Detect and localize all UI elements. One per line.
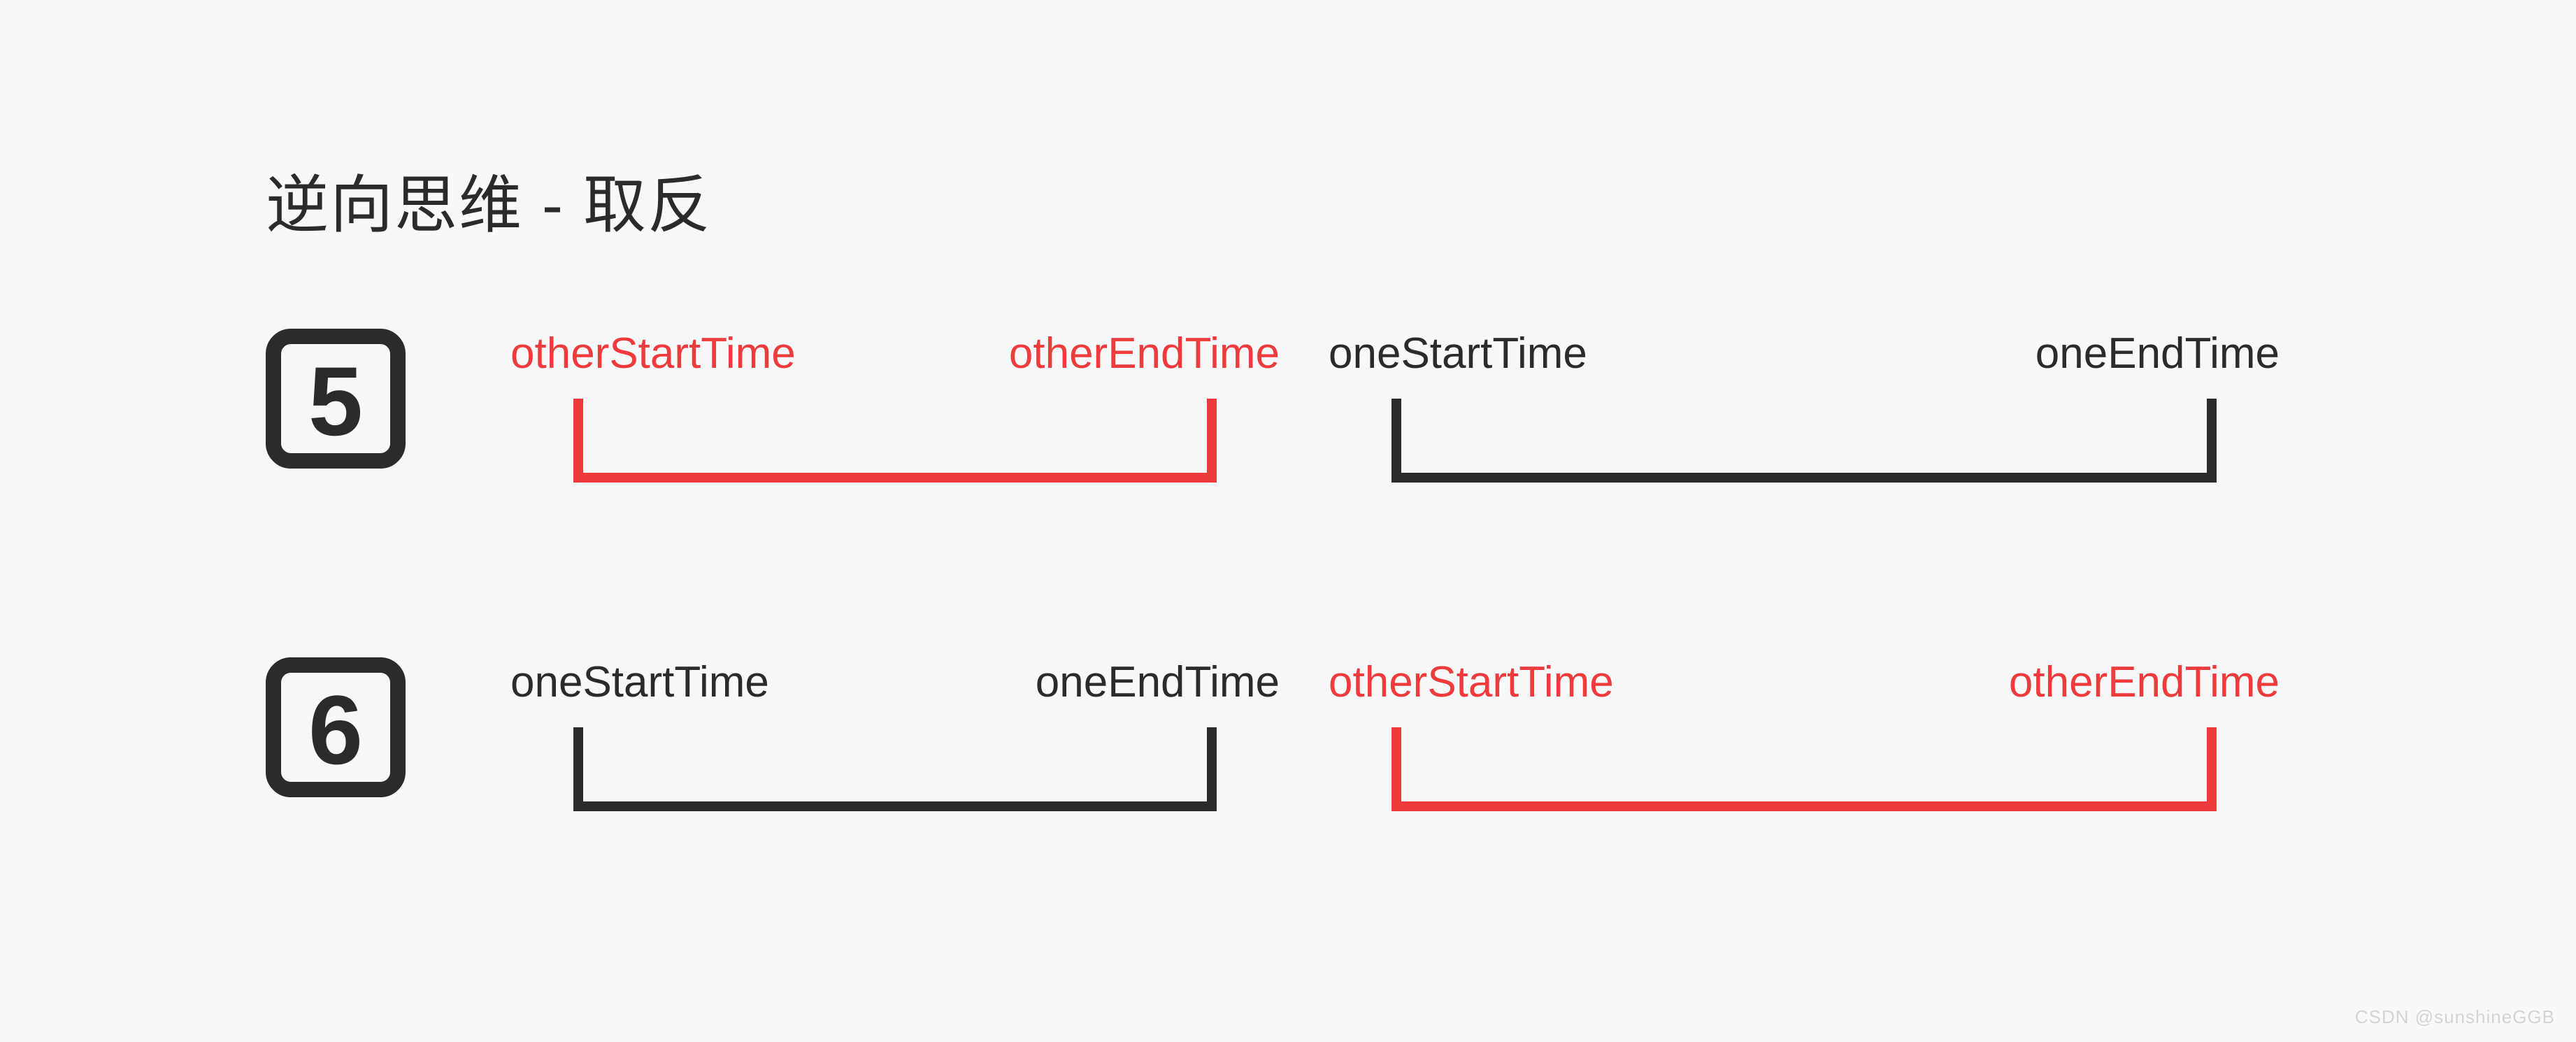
interval-5-one-bracket <box>1391 399 2217 483</box>
interval-6-one-end: oneEndTime <box>1036 657 1280 707</box>
interval-6-one-bracket <box>573 727 1217 811</box>
interval-6-other-end: otherEndTime <box>2009 657 2280 707</box>
interval-5-one-start: oneStartTime <box>1329 329 1587 378</box>
interval-5-other-start: otherStartTime <box>510 329 796 378</box>
interval-5-other-end: otherEndTime <box>1009 329 1280 378</box>
badge-6-number: 6 <box>308 681 363 779</box>
badge-6: 6 <box>266 657 406 797</box>
badge-5-number: 5 <box>308 352 363 450</box>
interval-6-other-bracket <box>1391 727 2217 811</box>
diagram-row-6: 6 oneStartTime oneEndTime otherStartTime… <box>266 657 2294 867</box>
interval-5-other-bracket <box>573 399 1217 483</box>
diagram-title: 逆向思维 - 取反 <box>266 154 712 245</box>
watermark: CSDN @sunshineGGB <box>2355 1006 2555 1028</box>
interval-6-one-start: oneStartTime <box>510 657 769 707</box>
diagram-page: 逆向思维 - 取反 5 otherStartTime otherEndTime … <box>0 0 2576 1042</box>
interval-5-one-end: oneEndTime <box>2035 329 2280 378</box>
diagram-row-5: 5 otherStartTime otherEndTime oneStartTi… <box>266 329 2294 538</box>
interval-6-other-start: otherStartTime <box>1329 657 1614 707</box>
badge-5: 5 <box>266 329 406 469</box>
